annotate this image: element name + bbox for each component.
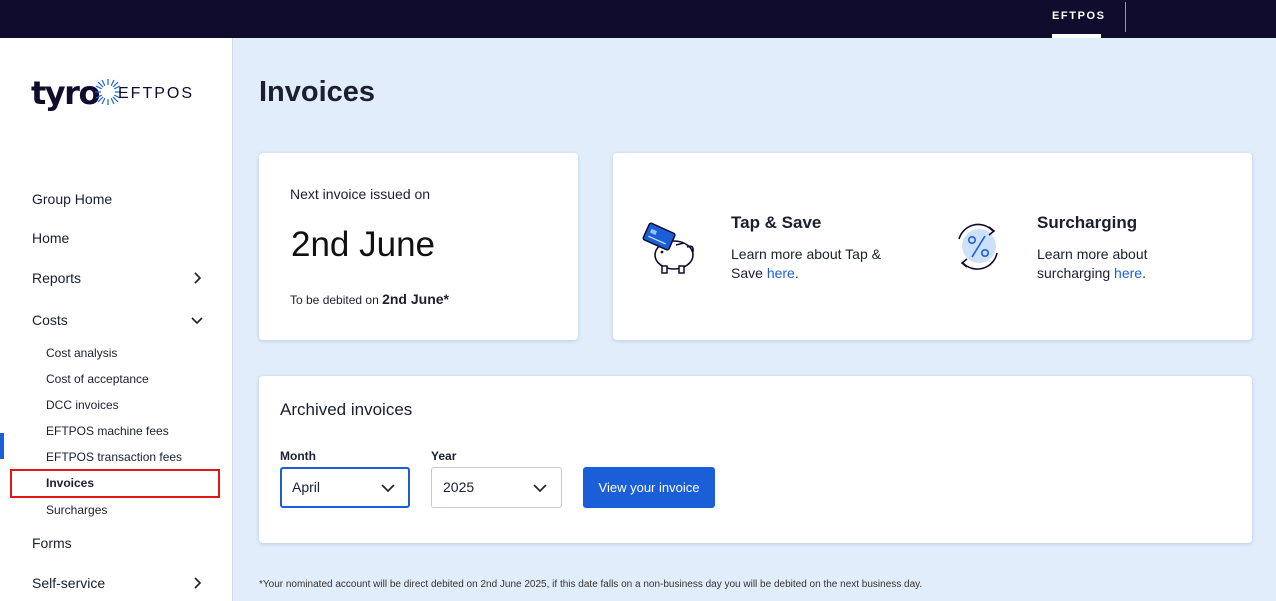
tab-eftpos-label: EFTPOS [1052,10,1106,22]
logo-wordmark: tyro [31,74,100,112]
debit-date: 2nd June* [382,291,449,307]
tap-save-description: Learn more about Tap & Save [731,246,881,281]
year-select-value: 2025 [443,479,475,495]
sidebar-item-self-service[interactable]: Self-service [32,575,105,591]
tab-eftpos[interactable]: EFTPOS [1052,0,1104,38]
tap-save-suffix: . [794,265,799,281]
sidebar-subitem-eftpos-transaction-fees[interactable]: EFTPOS transaction fees [46,450,182,464]
tap-save-text: Learn more about Tap & Save here. [731,245,911,283]
debit-info: To be debited on 2nd June* [290,291,449,307]
surcharging-text: Learn more about surcharging here. [1037,245,1187,283]
sidebar-subitem-dcc-invoices[interactable]: DCC invoices [46,398,119,412]
year-select[interactable]: 2025 [431,467,562,508]
sidebar-item-forms[interactable]: Forms [32,535,72,551]
sidebar-subitem-eftpos-machine-fees[interactable]: EFTPOS machine fees [46,424,169,438]
active-item-indicator [0,433,4,459]
tap-save-title: Tap & Save [731,213,822,232]
page-title: Invoices [259,76,376,108]
month-select[interactable]: April [280,467,410,508]
chevron-down-icon [533,484,547,493]
tyro-eftpos-logo[interactable]: tyro EFTPOS [31,74,201,116]
sidebar-item-reports[interactable]: Reports [32,270,81,286]
chevron-right-icon[interactable] [190,576,204,590]
sidebar-item-group-home[interactable]: Group Home [32,191,112,207]
tap-save-link[interactable]: here [767,265,795,281]
next-invoice-label: Next invoice issued on [290,186,431,202]
active-tab-indicator [1052,34,1101,38]
sidebar-item-home[interactable]: Home [32,230,69,246]
percent-cycle-icon [958,223,998,270]
archived-invoices-title: Archived invoices [280,400,413,419]
next-invoice-date: 2nd June [291,225,436,264]
footnote: *Your nominated account will be direct d… [259,579,923,590]
sidebar: tyro EFTPOS Group Home Home Reports Cost… [0,38,233,601]
topbar-divider [1125,2,1126,32]
active-item-highlight [10,469,220,498]
logo-subtitle: EFTPOS [118,85,195,102]
sidebar-subitem-cost-of-acceptance[interactable]: Cost of acceptance [46,372,149,386]
surcharging-suffix: . [1142,265,1146,281]
surcharging-link[interactable]: here [1114,265,1142,281]
sidebar-subitem-surcharges[interactable]: Surcharges [46,503,107,517]
chevron-down-icon[interactable] [190,313,204,327]
next-invoice-card: Next invoice issued on 2nd June To be de… [259,153,578,340]
month-label: Month [280,449,316,463]
sidebar-item-costs[interactable]: Costs [32,312,68,328]
top-navigation-bar: EFTPOS [0,0,1276,38]
promo-card: Tap & Save Learn more about Tap & Save h… [613,153,1252,340]
chevron-right-icon[interactable] [190,271,204,285]
chevron-down-icon [381,484,395,493]
month-select-value: April [292,479,321,495]
sidebar-subitem-invoices[interactable]: Invoices [46,476,94,490]
view-invoice-button[interactable]: View your invoice [583,467,715,508]
sidebar-subitem-cost-analysis[interactable]: Cost analysis [46,346,117,360]
year-label: Year [431,449,457,463]
piggy-bank-card-icon [642,222,694,274]
archived-invoices-card: Archived invoices Month April Year 2025 … [259,376,1252,543]
debit-prefix: To be debited on [290,293,383,307]
surcharging-title: Surcharging [1037,213,1138,232]
